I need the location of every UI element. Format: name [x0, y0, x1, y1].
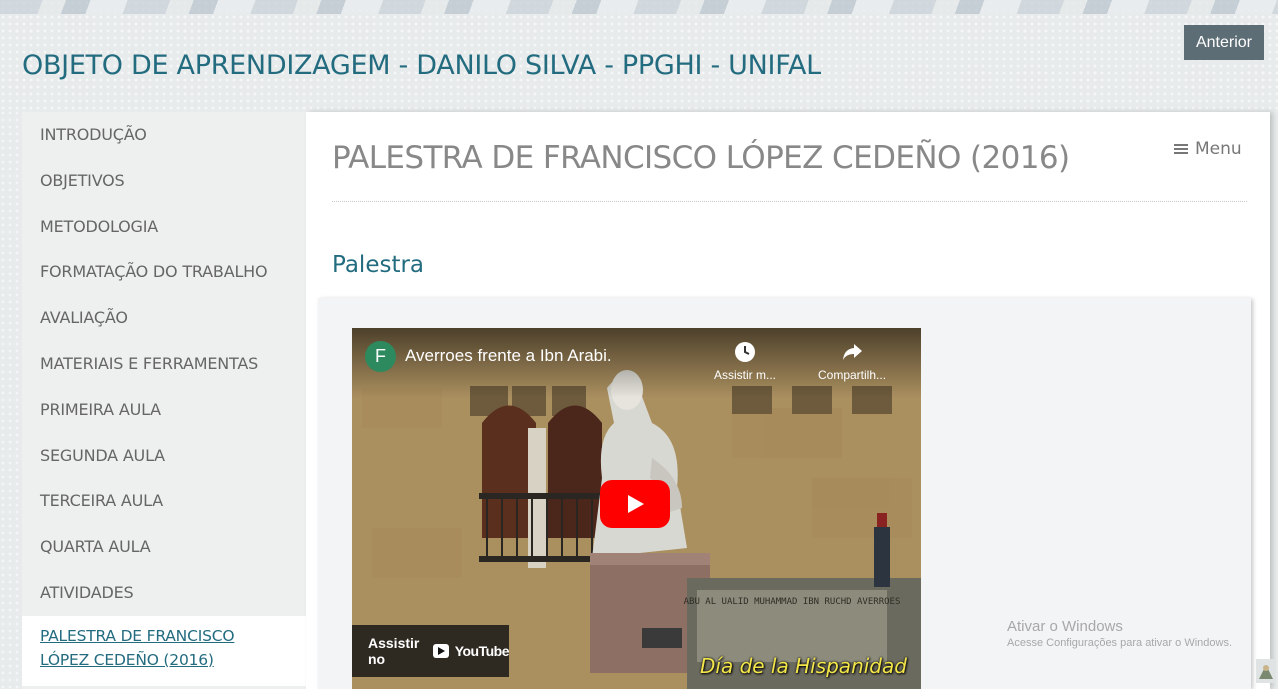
sidebar-item-introducao[interactable]: INTRODUÇÃO	[22, 112, 306, 158]
share-button[interactable]: Compartilh...	[818, 340, 886, 382]
watermark-line-2: Acesse Configurações para ativar o Windo…	[1007, 637, 1232, 649]
sidebar-item-materiais[interactable]: MATERIAIS E FERRAMENTAS	[22, 341, 306, 387]
watch-later-button[interactable]: Assistir m...	[714, 340, 776, 382]
watermark-line-1: Ativar o Windows	[1007, 618, 1123, 635]
sidebar-nav: INTRODUÇÃO OBJETIVOS METODOLOGIA FORMATA…	[22, 112, 306, 689]
watch-on-label: Assistir no	[368, 635, 420, 667]
sidebar-item-formatacao[interactable]: FORMATAÇÃO DO TRABALHO	[22, 249, 306, 295]
sidebar-item-quarta-aula[interactable]: QUARTA AULA	[22, 524, 306, 570]
share-label: Compartilh...	[818, 368, 887, 382]
header-decorative-stripe	[0, 0, 1278, 14]
youtube-video-embed[interactable]: ABU AL UALID MUHAMMAD IBN RUCHD AVERROES…	[352, 328, 921, 689]
watch-on-youtube-button[interactable]: Assistir no YouTube	[352, 625, 510, 677]
menu-label: Menu	[1195, 139, 1242, 159]
sidebar-item-primeira-aula[interactable]: PRIMEIRA AULA	[22, 387, 306, 433]
sidebar-item-avaliacao[interactable]: AVALIAÇÃO	[22, 295, 306, 341]
page-title: PALESTRA DE FRANCISCO LÓPEZ CEDEÑO (2016…	[332, 140, 1070, 176]
video-caption: Día de la Hispanidad	[700, 654, 907, 678]
sidebar-item-metodologia[interactable]: METODOLOGIA	[22, 204, 306, 250]
share-icon	[843, 344, 863, 360]
youtube-wordmark: YouTube	[454, 643, 510, 659]
clock-icon	[735, 342, 755, 362]
site-title[interactable]: OBJETO DE APRENDIZAGEM - DANILO SILVA - …	[22, 50, 821, 81]
watch-later-label: Assistir m...	[714, 368, 776, 382]
sidebar-item-segunda-aula[interactable]: SEGUNDA AULA	[22, 433, 306, 479]
menu-button[interactable]: Menu	[1174, 139, 1242, 159]
title-divider	[332, 201, 1247, 202]
video-title[interactable]: Averroes frente a Ibn Arabi.	[405, 346, 612, 366]
youtube-logo-icon	[432, 644, 449, 658]
main-content: PALESTRA DE FRANCISCO LÓPEZ CEDEÑO (2016…	[306, 112, 1270, 689]
play-button[interactable]	[600, 480, 670, 528]
sidebar-item-objetivos[interactable]: OBJETIVOS	[22, 158, 306, 204]
sidebar-item-palestra[interactable]: PALESTRA DE FRANCISCO LÓPEZ CEDEÑO (2016…	[22, 615, 306, 686]
hamburger-icon	[1174, 142, 1188, 156]
sidebar-list: INTRODUÇÃO OBJETIVOS METODOLOGIA FORMATA…	[22, 112, 306, 686]
plaque-text: ABU AL UALID MUHAMMAD IBN RUCHD AVERROES	[684, 597, 901, 607]
windows-activation-watermark: Ativar o Windows Acesse Configurações pa…	[1007, 618, 1232, 649]
corner-app-icon[interactable]	[1256, 659, 1276, 683]
sidebar-item-terceira-aula[interactable]: TERCEIRA AULA	[22, 478, 306, 524]
sidebar-item-atividades[interactable]: ATIVIDADES	[22, 570, 306, 616]
anterior-button[interactable]: Anterior	[1184, 25, 1264, 60]
play-icon	[628, 495, 644, 513]
channel-avatar[interactable]: F	[365, 341, 396, 372]
section-heading: Palestra	[332, 252, 425, 278]
